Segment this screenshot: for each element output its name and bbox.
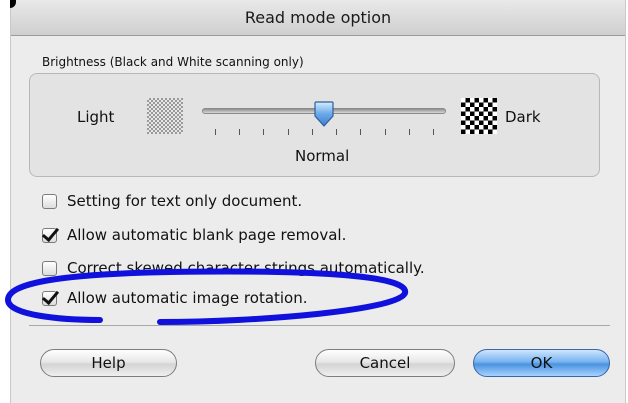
- dark-swatch-icon: [461, 98, 497, 134]
- slider-tick: [360, 129, 362, 135]
- image-rotation-label: Allow automatic image rotation.: [67, 289, 308, 307]
- ok-button[interactable]: OK: [473, 349, 610, 377]
- separator-line: [29, 325, 610, 326]
- window-corner: [10, 0, 16, 8]
- slider-value-label: Normal: [295, 147, 350, 165]
- slider-tick: [336, 129, 338, 135]
- dark-label: Dark: [505, 108, 541, 126]
- slider-tick: [311, 129, 313, 135]
- blank-page-removal-label: Allow automatic blank page removal.: [67, 226, 347, 244]
- slider-tick: [263, 129, 265, 135]
- slider-tick: [215, 129, 216, 135]
- light-swatch-icon: [147, 98, 183, 134]
- blank-page-removal-checkbox[interactable]: [42, 227, 57, 243]
- option-blank-page-removal[interactable]: Allow automatic blank page removal.: [42, 224, 346, 246]
- slider-tick: [384, 129, 386, 135]
- option-correct-skew[interactable]: Correct skewed character strings automat…: [42, 257, 425, 279]
- brightness-group-label: Brightness (Black and White scanning onl…: [42, 55, 304, 69]
- dialog-title: Read mode option: [244, 8, 392, 27]
- slider-tick: [408, 129, 410, 135]
- text-only-checkbox[interactable]: [42, 193, 57, 209]
- image-rotation-checkbox[interactable]: [42, 290, 57, 306]
- text-only-label: Setting for text only document.: [67, 192, 303, 210]
- cancel-button[interactable]: Cancel: [315, 349, 455, 377]
- light-label: Light: [77, 108, 115, 126]
- correct-skew-label: Correct skewed character strings automat…: [67, 259, 425, 277]
- slider-tick: [287, 129, 289, 135]
- option-text-only[interactable]: Setting for text only document.: [42, 190, 302, 212]
- option-image-rotation[interactable]: Allow automatic image rotation.: [42, 287, 308, 309]
- slider-tick: [433, 129, 434, 135]
- brightness-slider-thumb[interactable]: [313, 101, 335, 127]
- slider-tick: [239, 129, 241, 135]
- title-bar[interactable]: Read mode option: [10, 0, 625, 36]
- help-button[interactable]: Help: [40, 349, 177, 377]
- correct-skew-checkbox[interactable]: [42, 260, 57, 276]
